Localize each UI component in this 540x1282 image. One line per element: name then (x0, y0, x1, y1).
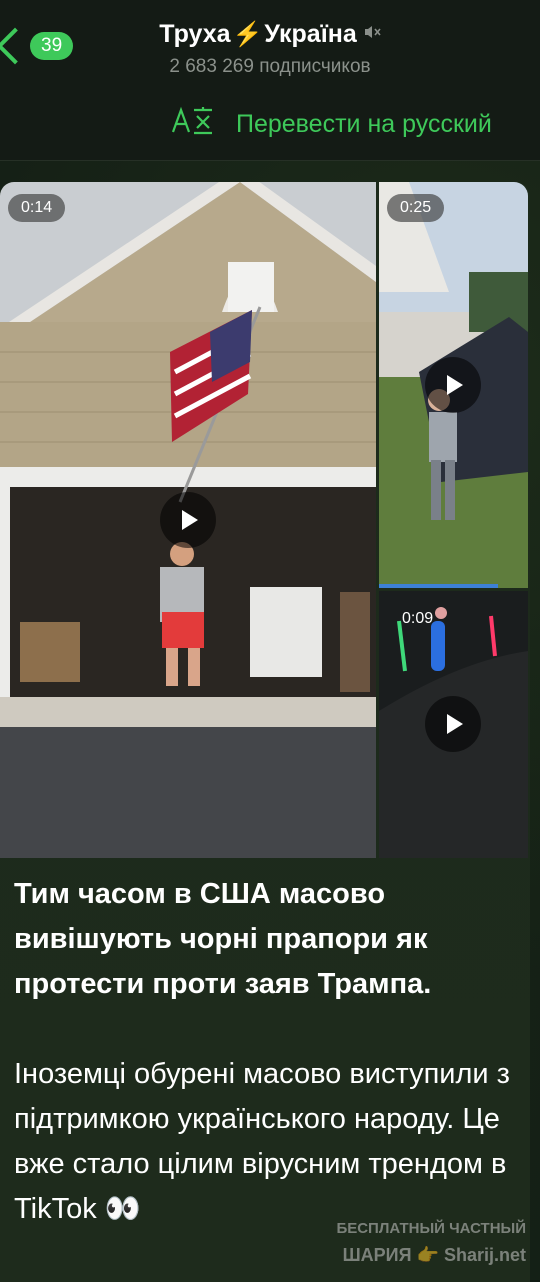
muted-icon (363, 24, 381, 45)
video-thumbnail-1[interactable]: 0:14 (0, 182, 376, 858)
video-thumbnail-3[interactable]: 0:09 (379, 591, 528, 858)
translate-bar[interactable]: Перевести на русский (0, 88, 540, 161)
watermark: БЕСПЛАТНЫЙ ЧАСТНЫЙ ШАРИЯ 👉 Sharij.net (306, 1216, 526, 1268)
play-icon[interactable] (425, 357, 481, 413)
translate-label: Перевести на русский (236, 109, 492, 138)
translate-icon (170, 104, 218, 144)
channel-name-part1: Труха (159, 20, 231, 48)
video-3-duration: 0:09 (402, 610, 434, 627)
channel-name-part2: Україна (264, 20, 357, 48)
subscriber-count: 2 683 269 подписчиков (169, 56, 371, 77)
channel-title[interactable]: Труха ⚡ Україна (0, 20, 540, 49)
video-thumbnail-2[interactable]: 0:25 (379, 182, 528, 588)
message-body: Іноземці обурені масово виступили з підт… (14, 1058, 510, 1225)
video-1-duration: 0:14 (8, 194, 66, 222)
watermark-line-2: ШАРИЯ 👉 Sharij.net (342, 1245, 526, 1265)
video-2-progress-bar (379, 584, 499, 588)
message-headline: Тим часом в США масово вивішують чорні п… (14, 878, 432, 1000)
media-album: 0:14 0:25 0:09 (0, 182, 528, 858)
chat-header: 39 Труха ⚡ Україна 2 683 269 подписчиков (0, 0, 540, 89)
lightning-icon: ⚡ (232, 21, 263, 48)
play-icon[interactable] (160, 492, 216, 548)
play-icon[interactable] (425, 696, 481, 752)
watermark-line-1: БЕСПЛАТНЫЙ ЧАСТНЫЙ (336, 1220, 526, 1237)
video-2-duration: 0:25 (387, 194, 445, 222)
